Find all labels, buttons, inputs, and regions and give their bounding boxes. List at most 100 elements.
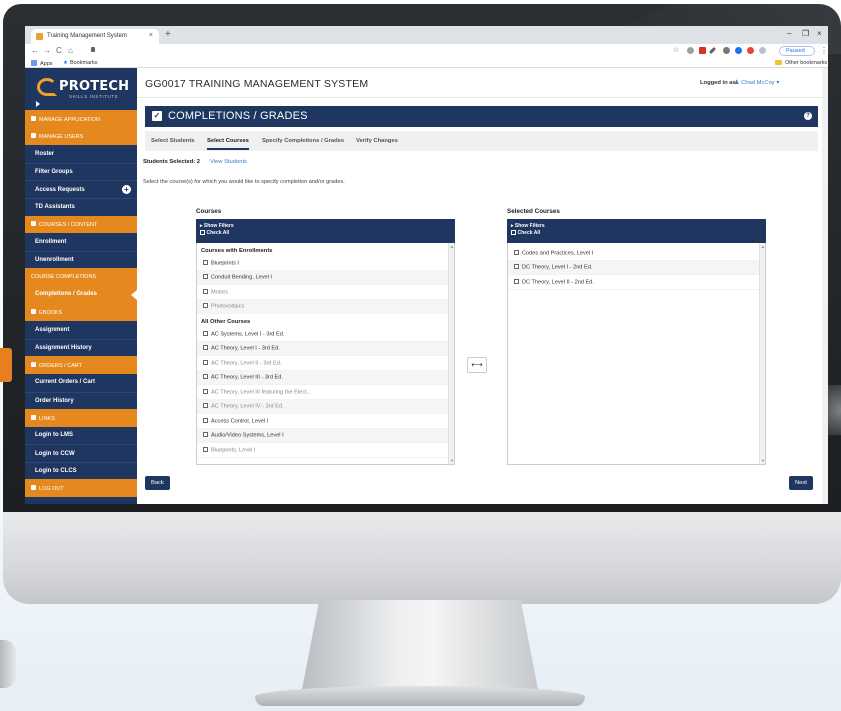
sidebar-item-login-to-clcs[interactable]: Login to CLCS	[25, 461, 137, 480]
sidebar-item-assignment[interactable]: Assignment	[25, 321, 137, 339]
course-item[interactable]: AC Theory, Level IV - 3rd Ed.	[197, 399, 454, 414]
course-item[interactable]: Audio/Video Systems, Level I	[197, 428, 454, 443]
close-window-button[interactable]: ×	[817, 29, 822, 38]
check-all-toggle[interactable]: Check All	[511, 230, 766, 237]
bookmark-star-icon[interactable]: ☆	[673, 46, 679, 54]
sidebar-item-course-completions[interactable]: COURSE COMPLETIONS	[25, 268, 137, 286]
check-all-toggle[interactable]: Check All	[200, 230, 455, 237]
sidebar-item-courses-content[interactable]: COURSES / CONTENT	[25, 215, 137, 234]
checkbox-icon[interactable]	[514, 249, 519, 255]
sidebar-item-enrollment[interactable]: Enrollment	[25, 233, 137, 251]
sidebar-item-completions-grades[interactable]: Completions / Grades	[25, 285, 137, 304]
course-item[interactable]: DC Theory, Level II - 2nd Ed.	[508, 275, 765, 290]
step-select-students[interactable]: Select Students	[151, 138, 195, 144]
checkbox-icon[interactable]	[514, 264, 519, 269]
scroll-down-icon[interactable]: ▼	[761, 458, 765, 463]
course-item[interactable]: Motors	[197, 285, 454, 300]
reload-icon[interactable]: C	[56, 46, 62, 55]
checkbox-icon[interactable]	[514, 278, 519, 284]
step-verify-changes[interactable]: Verify Changes	[356, 138, 398, 144]
checkbox-icon[interactable]	[203, 417, 208, 423]
selected-courses-list[interactable]: Codes and Practices, Level I DC Theory, L…	[507, 243, 766, 465]
profile-paused-button[interactable]: Paused	[779, 46, 815, 56]
course-item[interactable]: Photovoltaics	[197, 299, 454, 314]
extension-icon[interactable]	[759, 47, 766, 54]
pen-icon[interactable]	[708, 46, 717, 55]
course-item[interactable]: Conduit Bending, Level I	[197, 270, 454, 285]
sidebar-item-log-out[interactable]: LOG OUT	[25, 479, 137, 498]
new-tab-button[interactable]: +	[165, 29, 171, 40]
menu-kebab-icon[interactable]: ⋮	[820, 46, 828, 55]
browser-tab[interactable]: Training Management System ×	[31, 29, 159, 44]
view-students-link[interactable]: View Students	[210, 159, 247, 165]
course-item[interactable]: Codes and Practices, Level I	[508, 246, 765, 261]
back-arrow-icon[interactable]: ←	[31, 46, 39, 55]
course-item[interactable]: Blueprints, Level I	[197, 443, 454, 458]
course-item[interactable]: AC Systems, Level I - 3rd Ed.	[197, 327, 454, 342]
show-filters-toggle[interactable]: ▸ Show Filters	[200, 223, 455, 230]
checkbox-icon[interactable]	[203, 330, 208, 336]
sidebar-item-links[interactable]: LINKS	[25, 409, 137, 427]
checkbox-icon[interactable]	[203, 303, 208, 308]
extension-icon[interactable]	[687, 47, 694, 54]
extension-icon[interactable]	[699, 47, 706, 54]
next-button[interactable]: Next	[789, 476, 813, 490]
apps-bookmark[interactable]: Apps	[31, 60, 53, 67]
sidebar-item-ebooks[interactable]: EBOOKS	[25, 303, 137, 322]
sidebar-item-manage-application[interactable]: MANAGE APPLICATION	[25, 110, 137, 128]
step-specify-completions[interactable]: Specify Completions / Grades	[262, 138, 344, 144]
sidebar-item-assignment-history[interactable]: Assignment History	[25, 338, 137, 357]
course-item[interactable]: Access Control, Level I	[197, 414, 454, 429]
sidebar-item-current-orders-cart[interactable]: Current Orders / Cart	[25, 373, 137, 392]
extension-icon[interactable]	[735, 47, 742, 54]
scroll-up-icon[interactable]: ▲	[761, 244, 765, 249]
course-item[interactable]: AC Theory, Level I - 3rd Ed.	[197, 341, 454, 356]
extension-icon[interactable]	[747, 47, 754, 54]
sidebar-item-manage-users[interactable]: MANAGE USERS	[25, 127, 137, 146]
sidebar-item-login-to-ccw[interactable]: Login to CCW	[25, 444, 137, 462]
back-button[interactable]: Back	[145, 476, 170, 490]
sidebar-item-order-history[interactable]: Order History	[25, 391, 137, 410]
plus-circle-icon[interactable]: +	[122, 185, 131, 195]
course-item[interactable]: AC Theory, Level III - 3rd Ed.	[197, 370, 454, 385]
checkbox-icon[interactable]	[203, 359, 208, 365]
address-bar[interactable]	[87, 46, 647, 56]
page-scrollbar[interactable]	[822, 68, 828, 504]
scrollbar[interactable]: ▲ ▼	[759, 243, 765, 464]
bookmarks-link[interactable]: ★ Bookmarks	[63, 60, 97, 66]
sidebar-item-td-assistants[interactable]: TD Assistants	[25, 197, 137, 216]
forward-arrow-icon[interactable]: →	[43, 46, 51, 55]
checkbox-icon[interactable]	[203, 345, 208, 350]
courses-list[interactable]: Courses with Enrollments Blueprints I Con…	[196, 243, 455, 465]
show-filters-toggle[interactable]: ▸ Show Filters	[511, 223, 766, 230]
logo[interactable]: PROTECH SKILLS INSTITUTE	[25, 68, 137, 110]
user-menu[interactable]: ♟ Chad McCoy ▾	[734, 80, 779, 86]
maximize-button[interactable]: ❐	[802, 29, 809, 38]
sidebar-item-filter-groups[interactable]: Filter Groups	[25, 162, 137, 181]
checkbox-icon[interactable]	[203, 388, 208, 394]
sidebar-item-login-to-lms[interactable]: Login to LMS	[25, 426, 137, 445]
other-bookmarks-link[interactable]: Other bookmarks	[775, 60, 827, 66]
scrollbar[interactable]: ▲ ▼	[448, 243, 454, 464]
extension-icon[interactable]	[723, 47, 730, 54]
course-item[interactable]: Blueprints I	[197, 256, 454, 271]
help-icon[interactable]: ?	[804, 112, 812, 120]
checkbox-icon[interactable]	[203, 259, 208, 265]
checkbox-icon[interactable]	[203, 374, 208, 379]
course-item[interactable]: DC Theory, Level I - 2nd Ed.	[508, 260, 765, 275]
checkbox-icon[interactable]	[203, 403, 208, 408]
scroll-down-icon[interactable]: ▼	[450, 458, 454, 463]
sidebar-item-unenrollment[interactable]: Unenrollment	[25, 250, 137, 269]
checkbox-icon[interactable]	[203, 274, 208, 279]
sidebar-item-access-requests[interactable]: Access Requests +	[25, 180, 137, 198]
minimize-button[interactable]: −	[787, 29, 792, 38]
sidebar-item-roster[interactable]: Roster	[25, 145, 137, 163]
home-icon[interactable]: ⌂	[68, 46, 73, 55]
tab-close-icon[interactable]: ×	[149, 32, 153, 39]
course-item[interactable]: AC Theory, Level III featuring the Elect…	[197, 385, 454, 400]
transfer-button[interactable]: ⟷	[467, 357, 487, 373]
checkbox-icon[interactable]	[203, 446, 208, 452]
scroll-up-icon[interactable]: ▲	[450, 244, 454, 249]
checkbox-icon[interactable]	[203, 288, 208, 294]
checkbox-icon[interactable]	[203, 432, 208, 437]
